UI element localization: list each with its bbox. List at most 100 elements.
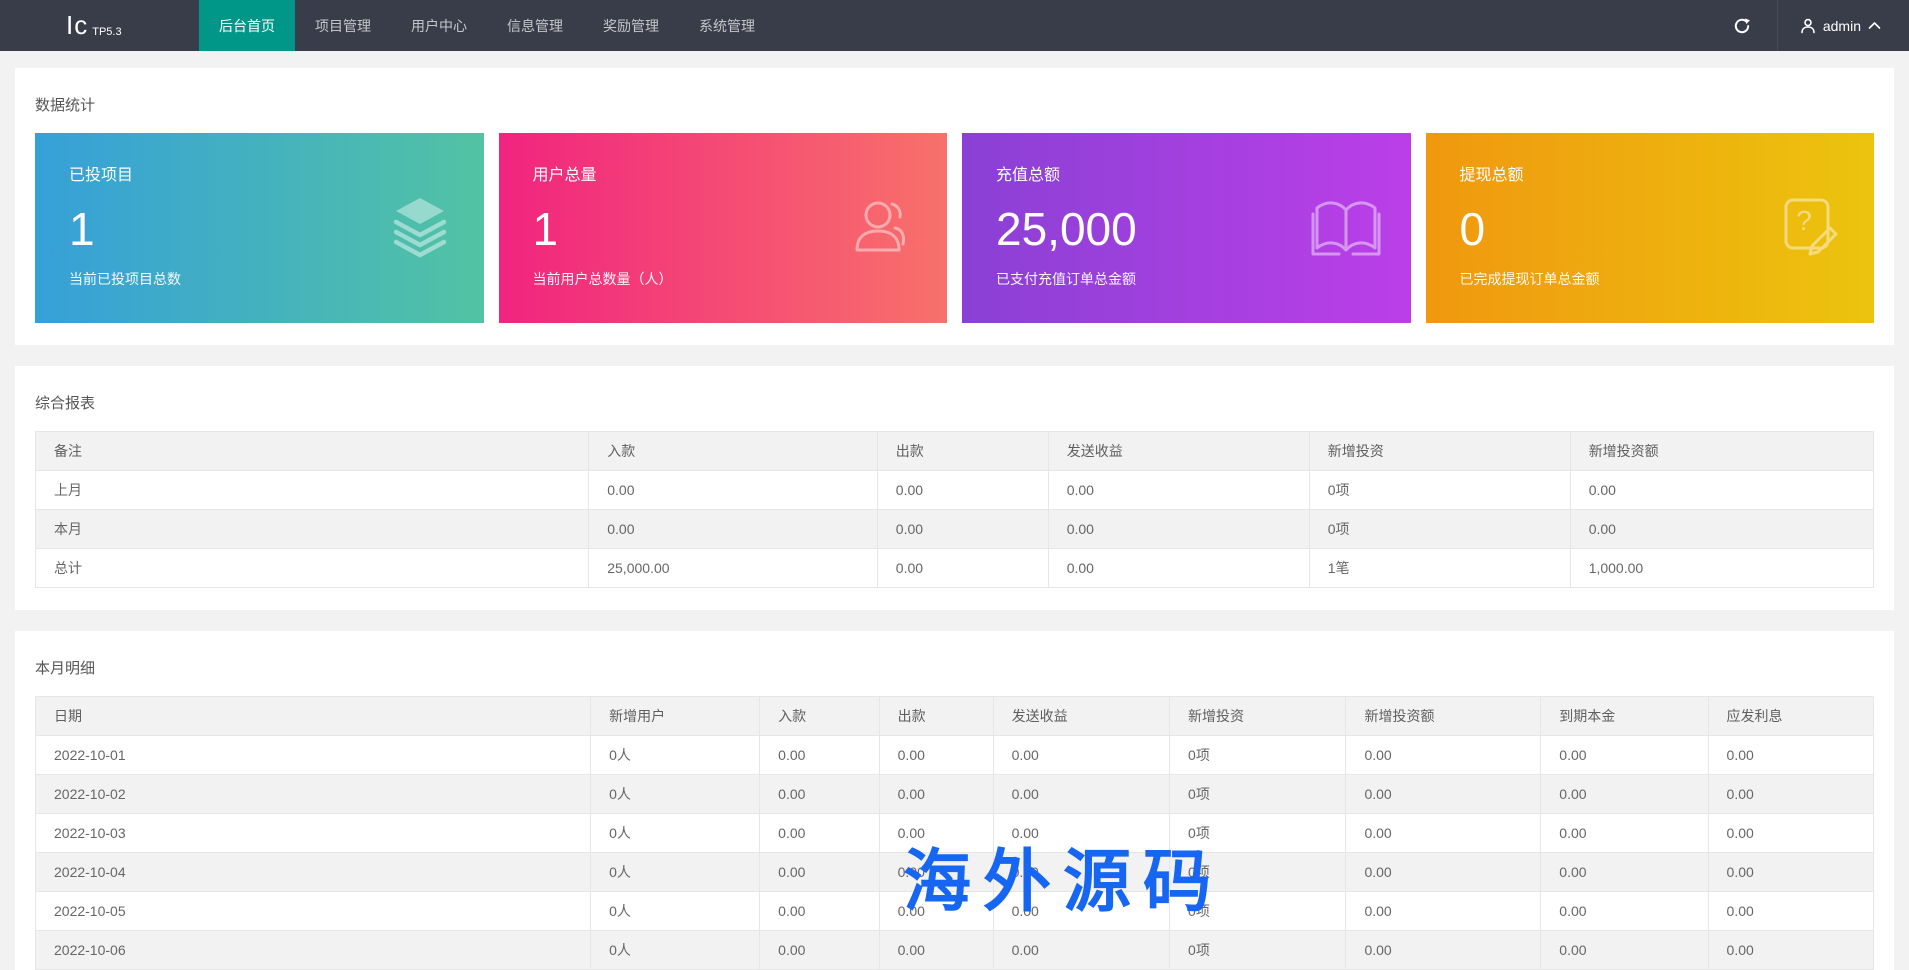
stat-card-subtitle: 当前用户总数量（人） xyxy=(533,272,948,286)
table-cell: 0.00 xyxy=(1048,549,1309,588)
stat-card-invested-projects: 已投项目 1 当前已投项目总数 xyxy=(35,133,484,323)
stats-panel: 数据统计 已投项目 1 当前已投项目总数 用户总量 1 当前用户总数量（人） xyxy=(15,68,1894,345)
table-cell: 0.00 xyxy=(1346,736,1541,775)
stats-section-title: 数据统计 xyxy=(35,68,1874,133)
table-cell: 0.00 xyxy=(1346,892,1541,931)
column-header: 入款 xyxy=(760,697,879,736)
table-cell: 0.00 xyxy=(1541,736,1708,775)
table-cell: 0人 xyxy=(591,775,760,814)
table-cell: 0人 xyxy=(591,814,760,853)
table-cell: 0项 xyxy=(1170,853,1346,892)
main-menu: 后台首页 项目管理 用户中心 信息管理 奖励管理 系统管理 xyxy=(199,0,775,51)
table-cell: 0项 xyxy=(1309,510,1570,549)
table-cell: 2022-10-02 xyxy=(36,775,591,814)
table-cell: 0.00 xyxy=(1570,471,1873,510)
table-cell: 0.00 xyxy=(1048,510,1309,549)
month-detail-panel: 本月明细 日期新增用户入款出款发送收益新增投资新增投资额到期本金应发利息2022… xyxy=(15,631,1894,970)
stat-card-title: 提现总额 xyxy=(1460,168,1875,184)
refresh-button[interactable] xyxy=(1707,0,1778,51)
detail-table: 日期新增用户入款出款发送收益新增投资新增投资额到期本金应发利息2022-10-0… xyxy=(35,696,1874,970)
stat-card-subtitle: 已完成提现订单总金额 xyxy=(1460,272,1875,286)
user-menu[interactable]: admin xyxy=(1778,0,1909,51)
table-cell: 本月 xyxy=(36,510,589,549)
table-cell: 0.00 xyxy=(993,775,1169,814)
stat-card-title: 用户总量 xyxy=(533,168,948,184)
column-header: 日期 xyxy=(36,697,591,736)
table-cell: 0.00 xyxy=(879,814,993,853)
table-header-row: 备注入款出款发送收益新增投资新增投资额 xyxy=(36,432,1874,471)
table-cell: 0.00 xyxy=(879,853,993,892)
table-cell: 0.00 xyxy=(760,736,879,775)
column-header: 新增用户 xyxy=(591,697,760,736)
table-row: 2022-10-060人0.000.000.000项0.000.000.00 xyxy=(36,931,1874,970)
table-cell: 0.00 xyxy=(589,471,878,510)
stat-cards: 已投项目 1 当前已投项目总数 用户总量 1 当前用户总数量（人） xyxy=(35,133,1874,323)
refresh-icon xyxy=(1733,17,1751,35)
table-cell: 上月 xyxy=(36,471,589,510)
table-cell: 0.00 xyxy=(760,775,879,814)
table-cell: 0人 xyxy=(591,931,760,970)
table-cell: 2022-10-06 xyxy=(36,931,591,970)
table-cell: 2022-10-03 xyxy=(36,814,591,853)
column-header: 新增投资 xyxy=(1170,697,1346,736)
table-cell: 0.00 xyxy=(760,853,879,892)
stat-card-total-users: 用户总量 1 当前用户总数量（人） xyxy=(499,133,948,323)
table-cell: 0.00 xyxy=(760,931,879,970)
open-book-icon xyxy=(1309,192,1383,264)
table-row: 总计25,000.000.000.001笔1,000.00 xyxy=(36,549,1874,588)
table-row: 2022-10-050人0.000.000.000项0.000.000.00 xyxy=(36,892,1874,931)
column-header: 发送收益 xyxy=(1048,432,1309,471)
nav-item-info[interactable]: 信息管理 xyxy=(487,0,583,51)
table-cell: 0.00 xyxy=(1346,853,1541,892)
table-cell: 0.00 xyxy=(1048,471,1309,510)
table-cell: 0项 xyxy=(1170,814,1346,853)
column-header: 发送收益 xyxy=(993,697,1169,736)
table-cell: 0项 xyxy=(1170,892,1346,931)
table-cell: 0项 xyxy=(1170,931,1346,970)
question-doc-icon: ? xyxy=(1774,192,1846,264)
table-cell: 2022-10-01 xyxy=(36,736,591,775)
column-header: 应发利息 xyxy=(1708,697,1873,736)
nav-item-rewards[interactable]: 奖励管理 xyxy=(583,0,679,51)
table-cell: 0.00 xyxy=(1708,892,1873,931)
stat-card-total-withdraw: 提现总额 0 已完成提现订单总金额 ? xyxy=(1426,133,1875,323)
table-cell: 0项 xyxy=(1170,736,1346,775)
table-cell: 0人 xyxy=(591,853,760,892)
table-cell: 0.00 xyxy=(877,471,1048,510)
stat-card-subtitle: 已支付充值订单总金额 xyxy=(996,272,1411,286)
nav-item-projects[interactable]: 项目管理 xyxy=(295,0,391,51)
table-cell: 0.00 xyxy=(1541,814,1708,853)
table-cell: 0.00 xyxy=(879,892,993,931)
table-row: 上月0.000.000.000项0.00 xyxy=(36,471,1874,510)
table-cell: 0.00 xyxy=(1570,510,1873,549)
column-header: 新增投资额 xyxy=(1346,697,1541,736)
logo-version: TP5.3 xyxy=(92,26,121,38)
table-cell: 0.00 xyxy=(1708,853,1873,892)
stat-card-subtitle: 当前已投项目总数 xyxy=(69,272,484,286)
table-cell: 0.00 xyxy=(1541,931,1708,970)
logo-text: Ic xyxy=(66,10,88,41)
nav-item-home[interactable]: 后台首页 xyxy=(199,0,295,51)
table-cell: 0.00 xyxy=(1708,931,1873,970)
table-cell: 0人 xyxy=(591,736,760,775)
users-icon xyxy=(847,192,919,264)
table-cell: 0.00 xyxy=(993,853,1169,892)
table-cell: 0.00 xyxy=(993,814,1169,853)
nav-item-system[interactable]: 系统管理 xyxy=(679,0,775,51)
table-cell: 0.00 xyxy=(879,736,993,775)
username: admin xyxy=(1823,18,1861,34)
table-cell: 0.00 xyxy=(877,510,1048,549)
table-cell: 0.00 xyxy=(877,549,1048,588)
table-cell: 2022-10-04 xyxy=(36,853,591,892)
table-row: 本月0.000.000.000项0.00 xyxy=(36,510,1874,549)
table-row: 2022-10-020人0.000.000.000项0.000.000.00 xyxy=(36,775,1874,814)
app-logo[interactable]: Ic TP5.3 xyxy=(0,0,199,51)
nav-item-users[interactable]: 用户中心 xyxy=(391,0,487,51)
table-row: 2022-10-030人0.000.000.000项0.000.000.00 xyxy=(36,814,1874,853)
table-row: 2022-10-040人0.000.000.000项0.000.000.00 xyxy=(36,853,1874,892)
table-cell: 0.00 xyxy=(1708,775,1873,814)
column-header: 到期本金 xyxy=(1541,697,1708,736)
table-cell: 0.00 xyxy=(760,814,879,853)
table-cell: 0.00 xyxy=(1346,775,1541,814)
column-header: 新增投资 xyxy=(1309,432,1570,471)
